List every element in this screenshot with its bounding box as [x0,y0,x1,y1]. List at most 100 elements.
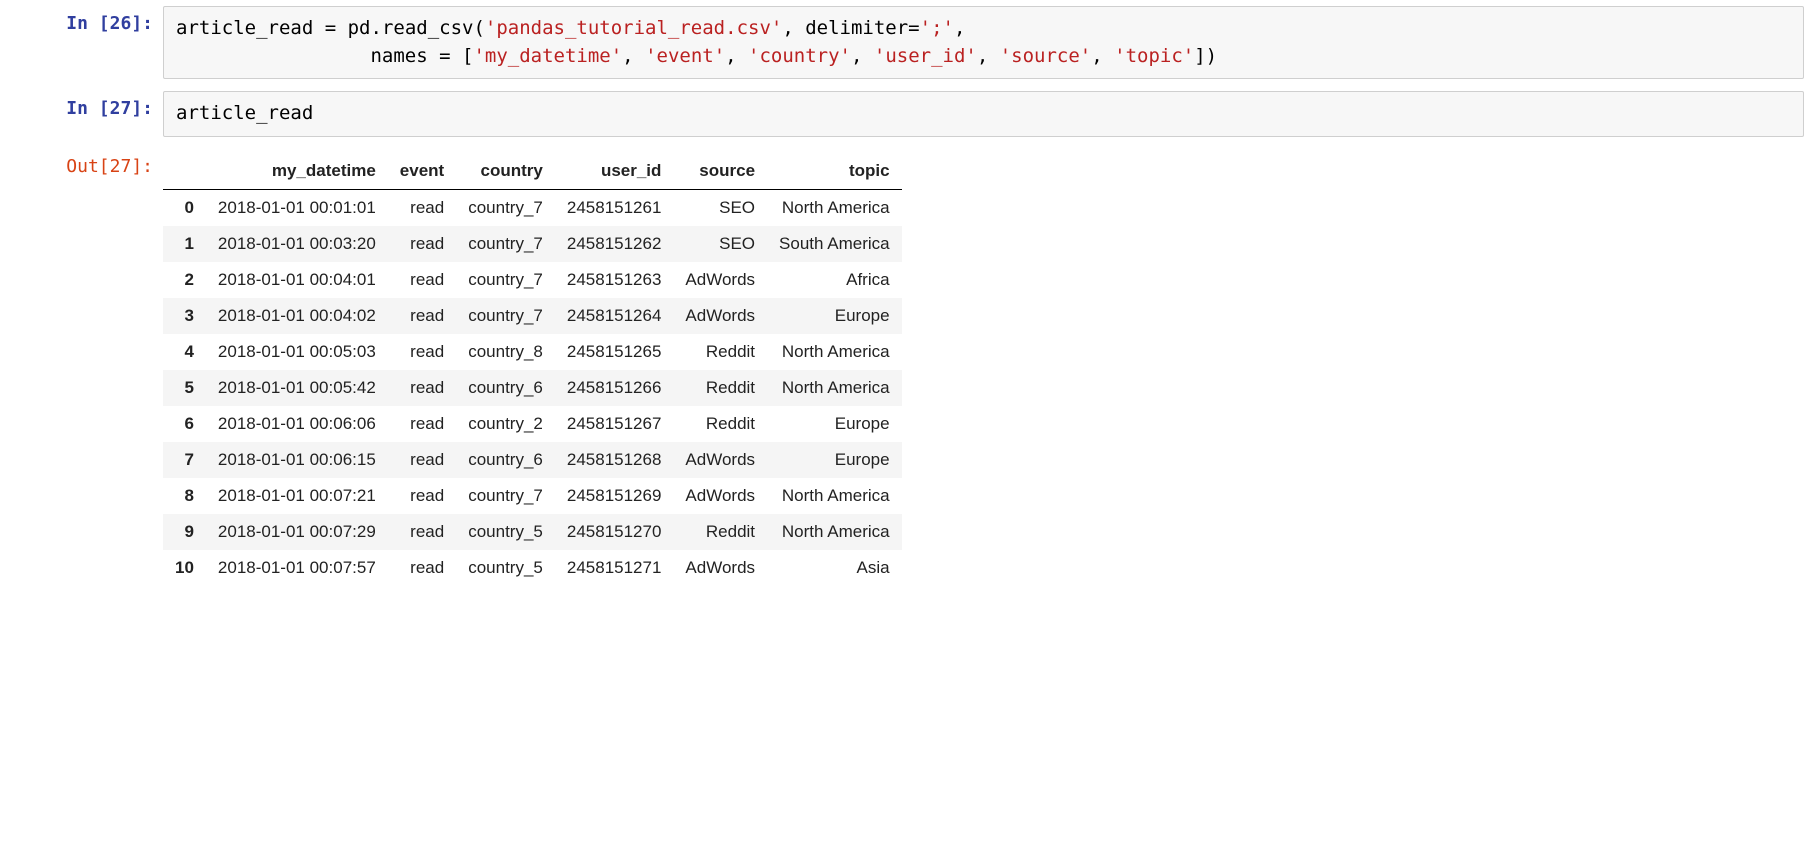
table-cell: Asia [767,550,902,586]
code-token: , [725,45,748,67]
table-cell: North America [767,478,902,514]
table-index-cell: 10 [163,550,206,586]
table-header-index-blank [163,153,206,190]
code-token: 'topic' [1114,45,1194,67]
output-cell: Out[27]: my_datetimeeventcountryuser_ids… [0,143,1812,592]
code-token: = [325,17,336,39]
table-cell: country_6 [456,370,555,406]
code-token: article_read [176,17,325,39]
table-cell: Europe [767,406,902,442]
table-cell: country_5 [456,514,555,550]
table-index-cell: 9 [163,514,206,550]
table-index-cell: 5 [163,370,206,406]
table-cell: read [388,406,456,442]
table-cell: 2018-01-01 00:03:20 [206,226,388,262]
table-cell: AdWords [673,478,767,514]
table-cell: AdWords [673,442,767,478]
table-cell: country_6 [456,442,555,478]
code-token: article_read [176,102,313,124]
table-cell: 2018-01-01 00:07:21 [206,478,388,514]
code-token: ]) [1194,45,1217,67]
table-cell: read [388,514,456,550]
table-row: 42018-01-01 00:05:03readcountry_82458151… [163,334,902,370]
table-cell: North America [767,334,902,370]
prompt-close: ]: [131,13,153,34]
table-cell: AdWords [673,298,767,334]
table-cell: read [388,189,456,226]
table-cell: 2018-01-01 00:01:01 [206,189,388,226]
prompt-out-number: 27 [110,156,132,177]
table-cell: AdWords [673,550,767,586]
dataframe-table: my_datetimeeventcountryuser_idsourcetopi… [163,153,902,586]
code-token: 'user_id' [874,45,977,67]
table-index-cell: 4 [163,334,206,370]
code-token: names [176,45,439,67]
output-prompt: Out[27]: [8,149,163,178]
table-row: 102018-01-01 00:07:57readcountry_5245815… [163,550,902,586]
table-cell: country_7 [456,262,555,298]
table-cell: country_7 [456,298,555,334]
prompt-in-label: In [ [66,98,109,119]
code-token: 'pandas_tutorial_read.csv' [485,17,782,39]
prompt-in-label: In [ [66,13,109,34]
code-token: . [371,17,382,39]
table-cell: Reddit [673,370,767,406]
table-cell: read [388,226,456,262]
code-cell: In [27]: article_read [0,85,1812,143]
table-cell: 2458151271 [555,550,674,586]
table-index-cell: 1 [163,226,206,262]
table-index-cell: 6 [163,406,206,442]
prompt-out-label: Out[ [66,156,109,177]
code-token: read_csv( [382,17,485,39]
table-row: 02018-01-01 00:01:01readcountry_72458151… [163,189,902,226]
table-cell: Africa [767,262,902,298]
table-cell: read [388,262,456,298]
table-cell: country_7 [456,226,555,262]
table-cell: SEO [673,189,767,226]
table-cell: read [388,478,456,514]
table-cell: country_8 [456,334,555,370]
table-cell: Europe [767,298,902,334]
table-cell: 2458151263 [555,262,674,298]
table-cell: 2458151265 [555,334,674,370]
table-cell: 2458151266 [555,370,674,406]
table-header-cell: country [456,153,555,190]
table-cell: country_5 [456,550,555,586]
code-cell: In [26]: article_read = pd.read_csv('pan… [0,0,1812,85]
table-cell: 2018-01-01 00:04:01 [206,262,388,298]
table-header-cell: source [673,153,767,190]
table-cell: read [388,550,456,586]
code-input[interactable]: article_read [163,91,1804,137]
code-token: pd [336,17,370,39]
table-cell: North America [767,514,902,550]
table-cell: Reddit [673,334,767,370]
code-token: ';' [920,17,954,39]
table-header-cell: event [388,153,456,190]
input-prompt: In [27]: [8,91,163,120]
table-header-cell: user_id [555,153,674,190]
code-token: , delimiter [782,17,908,39]
table-cell: 2018-01-01 00:07:29 [206,514,388,550]
table-index-cell: 0 [163,189,206,226]
code-token: 'country' [748,45,851,67]
table-cell: 2458151267 [555,406,674,442]
table-header-row: my_datetimeeventcountryuser_idsourcetopi… [163,153,902,190]
input-prompt: In [26]: [8,6,163,35]
table-cell: 2458151261 [555,189,674,226]
table-cell: country_7 [456,189,555,226]
table-cell: 2458151262 [555,226,674,262]
table-index-cell: 7 [163,442,206,478]
code-token: 'my_datetime' [473,45,622,67]
code-token: 'source' [1000,45,1092,67]
table-cell: country_2 [456,406,555,442]
code-input[interactable]: article_read = pd.read_csv('pandas_tutor… [163,6,1804,79]
dataframe-output: my_datetimeeventcountryuser_idsourcetopi… [163,149,1804,586]
table-cell: 2458151269 [555,478,674,514]
prompt-in-number: 27 [110,98,132,119]
code-token: , [1091,45,1114,67]
table-header-cell: my_datetime [206,153,388,190]
code-token: [ [451,45,474,67]
code-token: , [954,17,965,39]
table-cell: 2458151264 [555,298,674,334]
table-cell: read [388,298,456,334]
